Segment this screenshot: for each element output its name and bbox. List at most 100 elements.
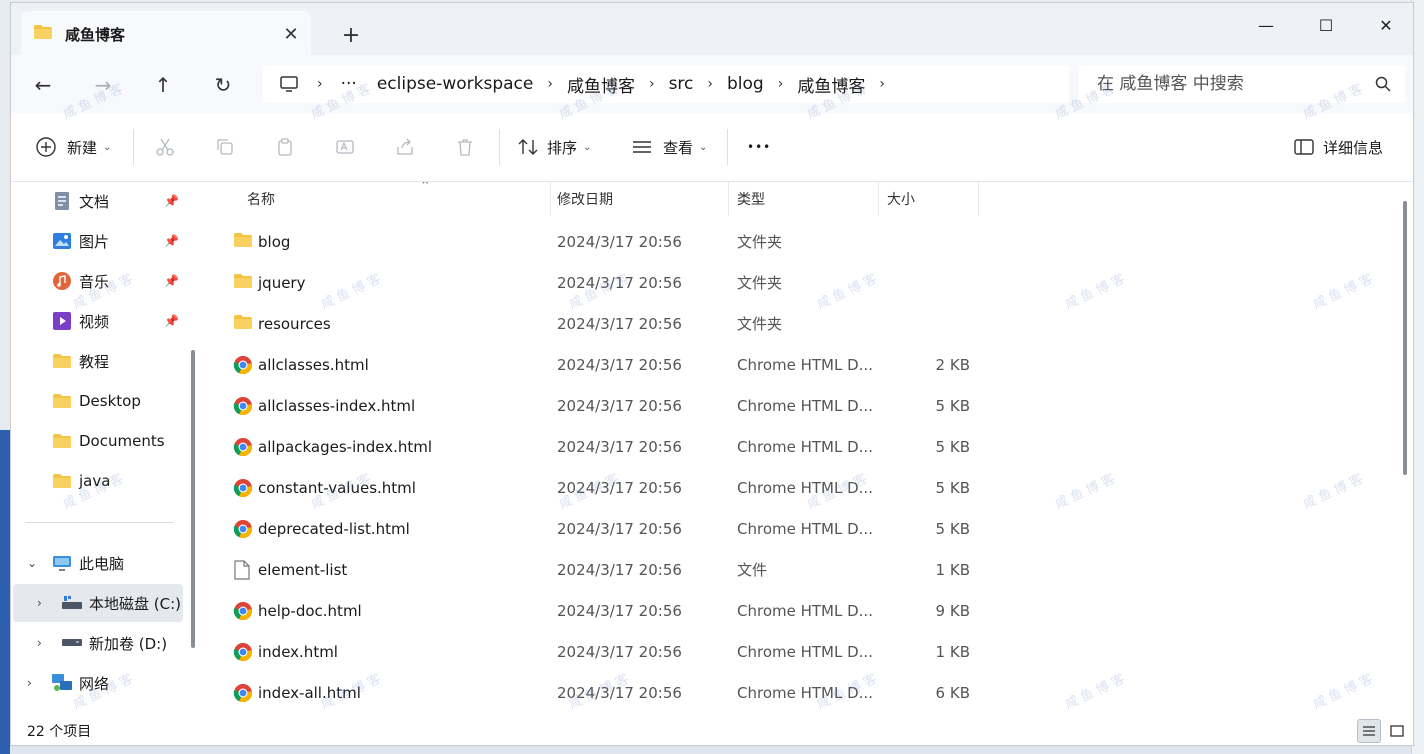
folder-icon [51, 430, 73, 452]
table-row[interactable]: element-list 2024/3/17 20:56 文件 1 KB [205, 550, 1395, 591]
folder-icon [51, 390, 73, 412]
breadcrumb-item-current[interactable]: 咸鱼博客 [787, 72, 875, 97]
folder-icon [33, 24, 53, 44]
table-row[interactable]: help-doc.html 2024/3/17 20:56 Chrome HTML … [205, 591, 1395, 632]
refresh-button[interactable]: ↻ [207, 69, 239, 101]
column-header-date[interactable]: 修改日期 [549, 182, 729, 216]
column-header-label: 名称 [247, 192, 275, 208]
pin-icon[interactable]: 📌 [164, 194, 179, 208]
sidebar-item-this-pc[interactable]: ⌄ 此电脑 [11, 544, 187, 582]
tab-current[interactable]: 咸鱼博客 ✕ [21, 11, 311, 57]
sort-button[interactable]: 排序 ⌄ [517, 131, 591, 163]
address-row: ← → ↑ ↻ › ··· eclipse-workspace › 咸鱼博客 ›… [11, 55, 1413, 113]
view-button[interactable]: 查看 ⌄ [631, 131, 707, 163]
cut-icon[interactable] [151, 133, 179, 161]
sidebar-item-pictures[interactable]: 图片 📌 [11, 222, 187, 260]
sidebar-item-drive-d[interactable]: › 新加卷 (D:) [11, 624, 187, 662]
file-type: Chrome HTML D... [737, 356, 873, 374]
file-name: constant-values.html [258, 479, 416, 497]
pin-icon[interactable]: 📌 [164, 234, 179, 248]
chevron-down-icon[interactable]: ⌄ [27, 556, 37, 570]
search-icon[interactable] [1375, 76, 1391, 92]
table-row[interactable]: constant-values.html 2024/3/17 20:56 Chrom… [205, 468, 1395, 509]
rename-icon[interactable] [331, 133, 359, 161]
sidebar-item-java[interactable]: java [11, 462, 187, 500]
file-name: allpackages-index.html [258, 438, 433, 456]
breadcrumb-item[interactable]: blog [717, 74, 774, 94]
sidebar-item-label: 网络 [79, 674, 110, 693]
chevron-right-icon[interactable]: › [313, 76, 327, 92]
chevron-right-icon[interactable]: › [543, 76, 557, 92]
minimize-button[interactable]: — [1237, 7, 1295, 43]
column-header-label: 大小 [887, 192, 915, 208]
close-window-button[interactable]: ✕ [1357, 7, 1413, 43]
chevron-right-icon[interactable]: › [703, 76, 717, 92]
sidebar-item-documents-quick[interactable]: 文档 📌 [11, 182, 187, 220]
breadcrumb-item[interactable]: src [659, 74, 704, 94]
chevron-right-icon[interactable]: › [774, 76, 788, 92]
breadcrumb-item[interactable]: 咸鱼博客 [557, 72, 645, 97]
file-name: resources [258, 315, 331, 333]
file-date: 2024/3/17 20:56 [557, 397, 682, 415]
file-size: 9 KB [935, 602, 970, 620]
column-header-label: 修改日期 [557, 192, 613, 208]
search-input[interactable] [1095, 73, 1375, 95]
sidebar-scrollbar[interactable] [191, 350, 195, 648]
sidebar-item-desktop[interactable]: Desktop [11, 382, 187, 420]
sidebar-item-music[interactable]: 音乐 📌 [11, 262, 187, 300]
delete-icon[interactable] [451, 133, 479, 161]
toolbar-divider [499, 129, 500, 165]
table-row[interactable]: deprecated-list.html 2024/3/17 20:56 Chrom… [205, 509, 1395, 550]
pin-icon[interactable]: 📌 [164, 314, 179, 328]
maximize-button[interactable]: ☐ [1297, 7, 1355, 43]
new-tab-button[interactable]: + [337, 21, 365, 49]
table-row[interactable]: index-all.html 2024/3/17 20:56 Chrome HTML… [205, 673, 1395, 714]
chevron-right-icon[interactable]: › [875, 76, 889, 92]
computer-icon[interactable] [279, 75, 299, 93]
paste-icon[interactable] [271, 133, 299, 161]
folder-icon [233, 273, 253, 293]
table-row[interactable]: allclasses.html 2024/3/17 20:56 Chrome HTM… [205, 345, 1395, 386]
chrome-html-icon [233, 683, 253, 703]
new-button[interactable]: 新建 ⌄ [35, 131, 111, 163]
file-type: 文件夹 [737, 233, 783, 251]
sidebar-item-network[interactable]: › 网络 [11, 664, 187, 702]
table-row[interactable]: allpackages-index.html 2024/3/17 20:56 Chr… [205, 427, 1395, 468]
up-button[interactable]: ↑ [147, 69, 179, 101]
copy-icon[interactable] [211, 133, 239, 161]
desktop-left-edge [0, 0, 10, 754]
content-scrollbar[interactable] [1403, 201, 1407, 475]
back-button[interactable]: ← [27, 69, 59, 101]
chevron-right-icon[interactable]: › [37, 636, 42, 650]
breadcrumb-more[interactable]: ··· [327, 74, 367, 94]
table-row[interactable]: blog 2024/3/17 20:56 文件夹 [205, 222, 1395, 263]
chrome-html-icon [233, 519, 253, 539]
share-icon[interactable] [391, 133, 419, 161]
table-row[interactable]: resources 2024/3/17 20:56 文件夹 [205, 304, 1395, 345]
chevron-right-icon[interactable]: › [645, 76, 659, 92]
sidebar-item-videos[interactable]: 视频 📌 [11, 302, 187, 340]
view-list-icon [631, 138, 653, 156]
file-size: 6 KB [935, 684, 970, 702]
sidebar-item-documents[interactable]: Documents [11, 422, 187, 460]
chevron-right-icon[interactable]: › [37, 596, 42, 610]
table-row[interactable]: index.html 2024/3/17 20:56 Chrome HTML D..… [205, 632, 1395, 673]
details-button[interactable]: 详细信息 [1293, 131, 1383, 163]
table-row[interactable]: jquery 2024/3/17 20:56 文件夹 [205, 263, 1395, 304]
details-view-icon[interactable] [1357, 719, 1381, 743]
address-bar[interactable]: › ··· eclipse-workspace › 咸鱼博客 › src › b… [263, 65, 1069, 103]
tab-close-icon[interactable]: ✕ [277, 20, 305, 48]
chevron-right-icon[interactable]: › [27, 676, 32, 690]
more-options-button[interactable]: ••• [747, 131, 771, 163]
column-header-name[interactable]: 名称 ^ [235, 182, 551, 216]
column-header-type[interactable]: 类型 [729, 182, 879, 216]
table-row[interactable]: allclasses-index.html 2024/3/17 20:56 Chro… [205, 386, 1395, 427]
breadcrumb-item[interactable]: eclipse-workspace [367, 74, 544, 94]
pin-icon[interactable]: 📌 [164, 274, 179, 288]
sidebar-item-tutorial[interactable]: 教程 [11, 342, 187, 380]
tiles-view-icon[interactable] [1385, 719, 1409, 743]
sidebar-item-drive-c[interactable]: › 本地磁盘 (C:) [13, 584, 183, 622]
forward-button[interactable]: → [87, 69, 119, 101]
file-type: Chrome HTML D... [737, 520, 873, 538]
column-header-size[interactable]: 大小 [879, 182, 979, 216]
